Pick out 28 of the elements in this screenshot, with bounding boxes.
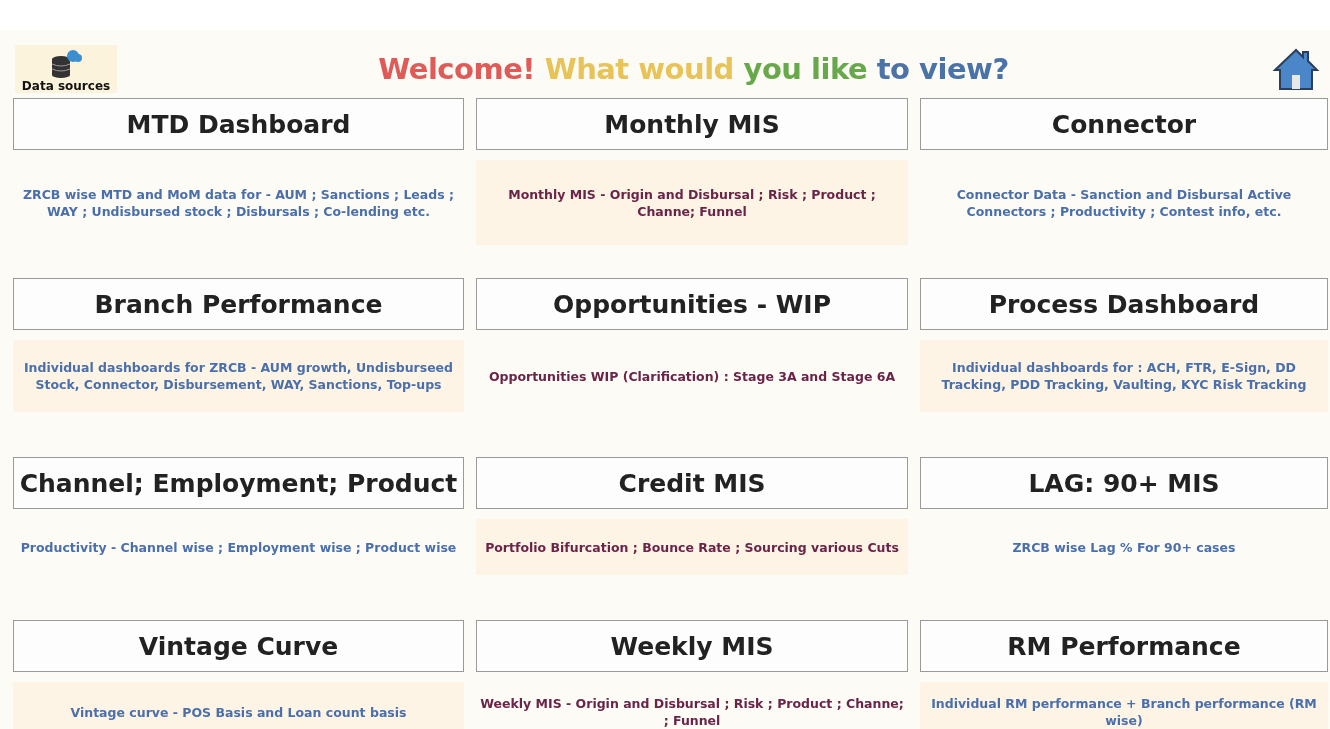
dashboard-description: Individual dashboards for ZRCB - AUM growth, Undisburseed Stock, Connector, Disbursement, WAY, Sanctions, Top-ups (13, 340, 464, 412)
dashboard-description: Monthly MIS - Origin and Disbursal ; Risk ; Product ; Channe; Funnel (476, 160, 908, 245)
dashboard-button[interactable]: Connector (920, 98, 1328, 150)
dashboard-button[interactable]: Channel; Employment; Product (13, 457, 464, 509)
dashboard-description: Individual RM performance + Branch performance (RM wise) (920, 682, 1328, 729)
dashboard-button[interactable]: Weekly MIS (476, 620, 908, 672)
dashboard-description: Opportunities WIP (Clarification) : Stage 3A and Stage 6A (487, 367, 897, 386)
dashboard-description: Portfolio Bifurcation ; Bounce Rate ; Sourcing various Cuts (476, 519, 908, 575)
dashboard-description: Connector Data - Sanction and Disbursal Active Connectors ; Productivity ; Contest info, etc. (955, 185, 1293, 221)
dashboard-button[interactable]: Monthly MIS (476, 98, 908, 150)
dashboard-description: ZRCB wise Lag % For 90+ cases (1011, 538, 1237, 557)
dashboard-button[interactable]: Process Dashboard (920, 278, 1328, 330)
dashboard-button[interactable]: Opportunities - WIP (476, 278, 908, 330)
data-sources-button[interactable]: Data sources (15, 45, 117, 93)
dashboard-description: ZRCB wise MTD and MoM data for - AUM ; Sanctions ; Leads ; WAY ; Undisbursed stock ; Disbursals ; Co-lending etc. (21, 185, 456, 221)
dashboard-button[interactable]: RM Performance (920, 620, 1328, 672)
welcome-heading: Welcome! What would you like to view? (377, 52, 1010, 86)
dashboard-button[interactable]: Branch Performance (13, 278, 464, 330)
dashboard-button[interactable]: Credit MIS (476, 457, 908, 509)
dashboard-description: Vintage curve - POS Basis and Loan count basis (13, 682, 464, 729)
dashboard-button[interactable]: LAG: 90+ MIS (920, 457, 1328, 509)
dashboard-button[interactable]: Vintage Curve (13, 620, 464, 672)
dashboard-description: Individual dashboards for : ACH, FTR, E-Sign, DD Tracking, PDD Tracking, Vaulting, KYC Risk Tracking (920, 340, 1328, 412)
home-icon (1272, 47, 1320, 91)
dashboard-description: Productivity - Channel wise ; Employment wise ; Product wise (19, 538, 458, 557)
dashboard-button[interactable]: MTD Dashboard (13, 98, 464, 150)
database-icon (49, 49, 83, 79)
dashboard-description: Weekly MIS - Origin and Disbursal ; Risk ; Product ; Channe; ; Funnel (479, 695, 905, 729)
